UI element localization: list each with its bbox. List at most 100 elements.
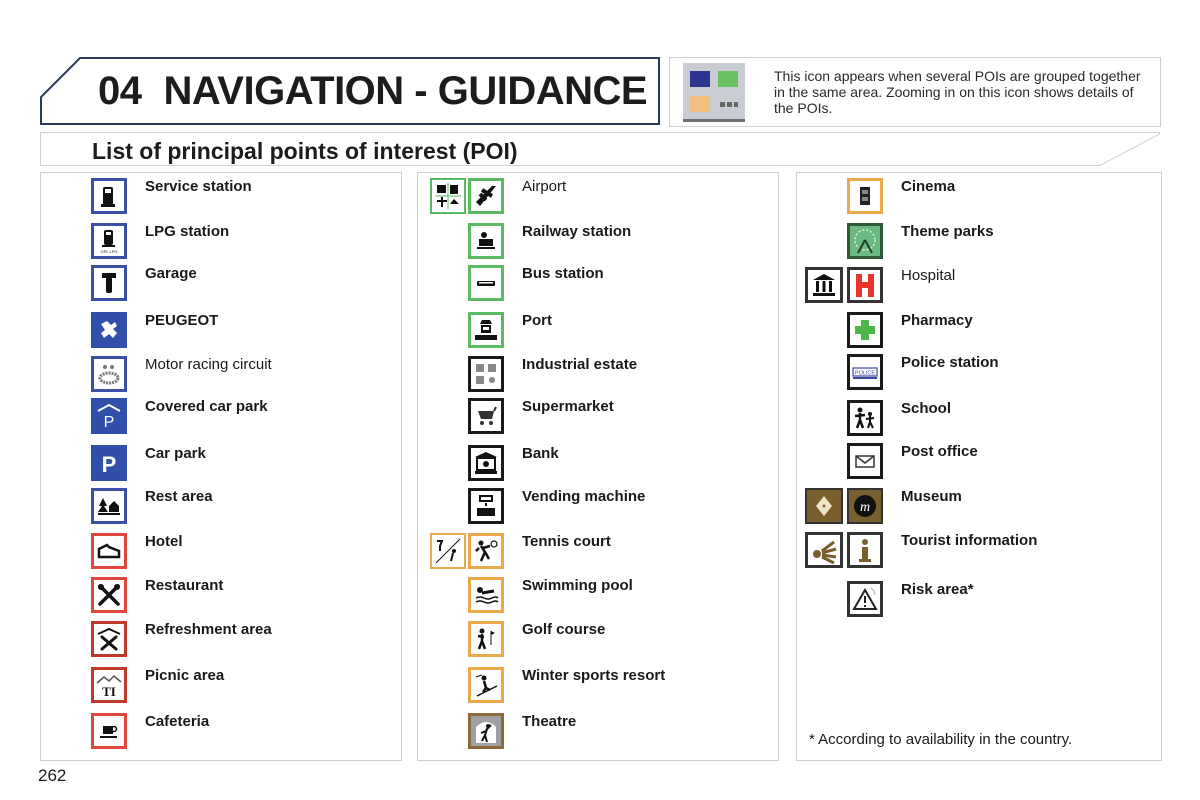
ferris-wheel-icon [847, 223, 883, 259]
poi-label: Cafeteria [145, 713, 210, 730]
poi-item-service-station: Service station [41, 173, 401, 217]
poi-item-rest-area: Rest area [41, 483, 401, 527]
peugeot-lion-icon [91, 312, 127, 348]
monument-group-icon [805, 488, 843, 524]
page-number: 262 [38, 766, 67, 785]
swimmer-icon [468, 577, 504, 613]
poi-item-refreshment-area: Refreshment area [41, 616, 401, 660]
poi-item-museum: m Museum [797, 483, 1161, 527]
poi-item-theatre: Theatre [418, 708, 778, 752]
poi-label: Rest area [145, 488, 213, 505]
chapter-header: 04 NAVIGATION - GUIDANCE [40, 57, 660, 125]
poi-label: Theme parks [901, 223, 994, 240]
poi-item-port: Port [418, 307, 778, 351]
poi-label: Restaurant [145, 577, 224, 594]
poi-item-pharmacy: Pharmacy [797, 307, 1161, 351]
poi-item-peugeot: PEUGEOT [41, 307, 401, 351]
poi-label: LPG station [145, 223, 230, 240]
golfer-icon [468, 621, 504, 657]
shopping-cart-icon [468, 398, 504, 434]
poi-label: Cinema [901, 178, 956, 195]
poi-item-vending-machine: Vending machine [418, 483, 778, 527]
poi-column-1: Service station GPL LPG LPG station Gara… [40, 172, 402, 761]
poi-item-bank: Bank [418, 440, 778, 484]
poi-label: Port [522, 312, 552, 329]
spanner-icon [91, 265, 127, 301]
poi-item-supermarket: Supermarket [418, 393, 778, 437]
racing-circuit-icon [91, 356, 127, 392]
poi-label: Car park [145, 445, 206, 462]
poi-item-winter-sports-resort: Winter sports resort [418, 662, 778, 706]
tennis-icon [468, 533, 504, 569]
fork-knife-icon [91, 577, 127, 613]
poi-item-industrial-estate: Industrial estate [418, 351, 778, 395]
poi-label: Hotel [145, 533, 183, 550]
poi-label: Service station [145, 178, 252, 195]
poi-label: Risk area* [901, 581, 974, 598]
train-icon [468, 223, 504, 259]
poi-label: Post office [901, 443, 978, 460]
poi-item-cafeteria: Cafeteria [41, 708, 401, 752]
theatre-icon [468, 713, 504, 749]
svg-text:P: P [104, 414, 115, 430]
svg-text:TI: TI [102, 684, 116, 699]
grouped-poi-description: This icon appears when several POIs are … [774, 68, 1141, 116]
poi-column-2: Airport Railway station Bus station Port… [417, 172, 779, 761]
green-cross-icon [847, 312, 883, 348]
poi-item-cinema: Cinema [797, 173, 1161, 217]
transport-group-icon [430, 178, 466, 214]
bed-icon [91, 533, 127, 569]
poi-item-picnic-area: TI Picnic area [41, 662, 401, 706]
poi-label: Tourist information [901, 532, 1038, 549]
poi-label: Museum [901, 488, 962, 505]
poi-label: Motor racing circuit [145, 356, 272, 373]
poi-item-post-office: Post office [797, 438, 1161, 482]
warning-triangle-icon [847, 581, 883, 617]
tourism-group-icon [805, 532, 843, 568]
poi-item-golf-course: Golf course [418, 616, 778, 660]
parking-icon: P [91, 445, 127, 481]
poi-item-railway-station: Railway station [418, 218, 778, 262]
svg-text:P: P [102, 452, 117, 477]
poi-label: Industrial estate [522, 356, 638, 373]
poi-item-theme-parks: Theme parks [797, 218, 1161, 262]
bus-icon [468, 265, 504, 301]
poi-label: Refreshment area [145, 621, 272, 638]
grouped-poi-icon [683, 63, 745, 122]
poi-label: Pharmacy [901, 312, 973, 329]
fuel-pump-icon [91, 178, 127, 214]
section-title: List of principal points of interest (PO… [92, 138, 518, 164]
poi-label: Railway station [522, 223, 632, 240]
svg-text:POLICE: POLICE [855, 371, 876, 377]
bank-icon [468, 445, 504, 481]
poi-label: Supermarket [522, 398, 614, 415]
chapter-title: NAVIGATION - GUIDANCE [163, 69, 648, 113]
poi-label: Golf course [522, 621, 606, 638]
info-i-icon [847, 532, 883, 568]
children-icon [847, 400, 883, 436]
poi-label: Hospital [901, 267, 956, 284]
poi-label: Vending machine [522, 488, 646, 505]
poi-item-garage: Garage [41, 260, 401, 304]
poi-item-risk-area: Risk area* [797, 576, 1161, 620]
poi-label: Swimming pool [522, 577, 633, 594]
police-icon: POLICE [847, 354, 883, 390]
poi-item-police-station: POLICE Police station [797, 349, 1161, 393]
poi-item-covered-car-park: P Covered car park [41, 393, 401, 437]
poi-item-lpg-station: GPL LPG LPG station [41, 218, 401, 262]
vending-machine-icon [468, 488, 504, 524]
poi-item-airport: Airport [418, 173, 778, 217]
picnic-icon: TI [91, 667, 127, 703]
industrial-icon [468, 356, 504, 392]
section-heading: List of principal points of interest (PO… [40, 132, 1160, 166]
grouped-poi-info: This icon appears when several POIs are … [669, 57, 1161, 127]
rest-area-icon [91, 488, 127, 524]
poi-label: Covered car park [145, 398, 268, 415]
sport-leisure-group-icon [430, 533, 466, 569]
covered-parking-icon: P [91, 398, 127, 434]
poi-item-car-park: P Car park [41, 440, 401, 484]
poi-label: Police station [901, 354, 999, 371]
svg-text:GPL LPG: GPL LPG [101, 249, 118, 254]
lpg-pump-icon: GPL LPG [91, 223, 127, 259]
poi-item-tennis-court: Tennis court [418, 528, 778, 572]
